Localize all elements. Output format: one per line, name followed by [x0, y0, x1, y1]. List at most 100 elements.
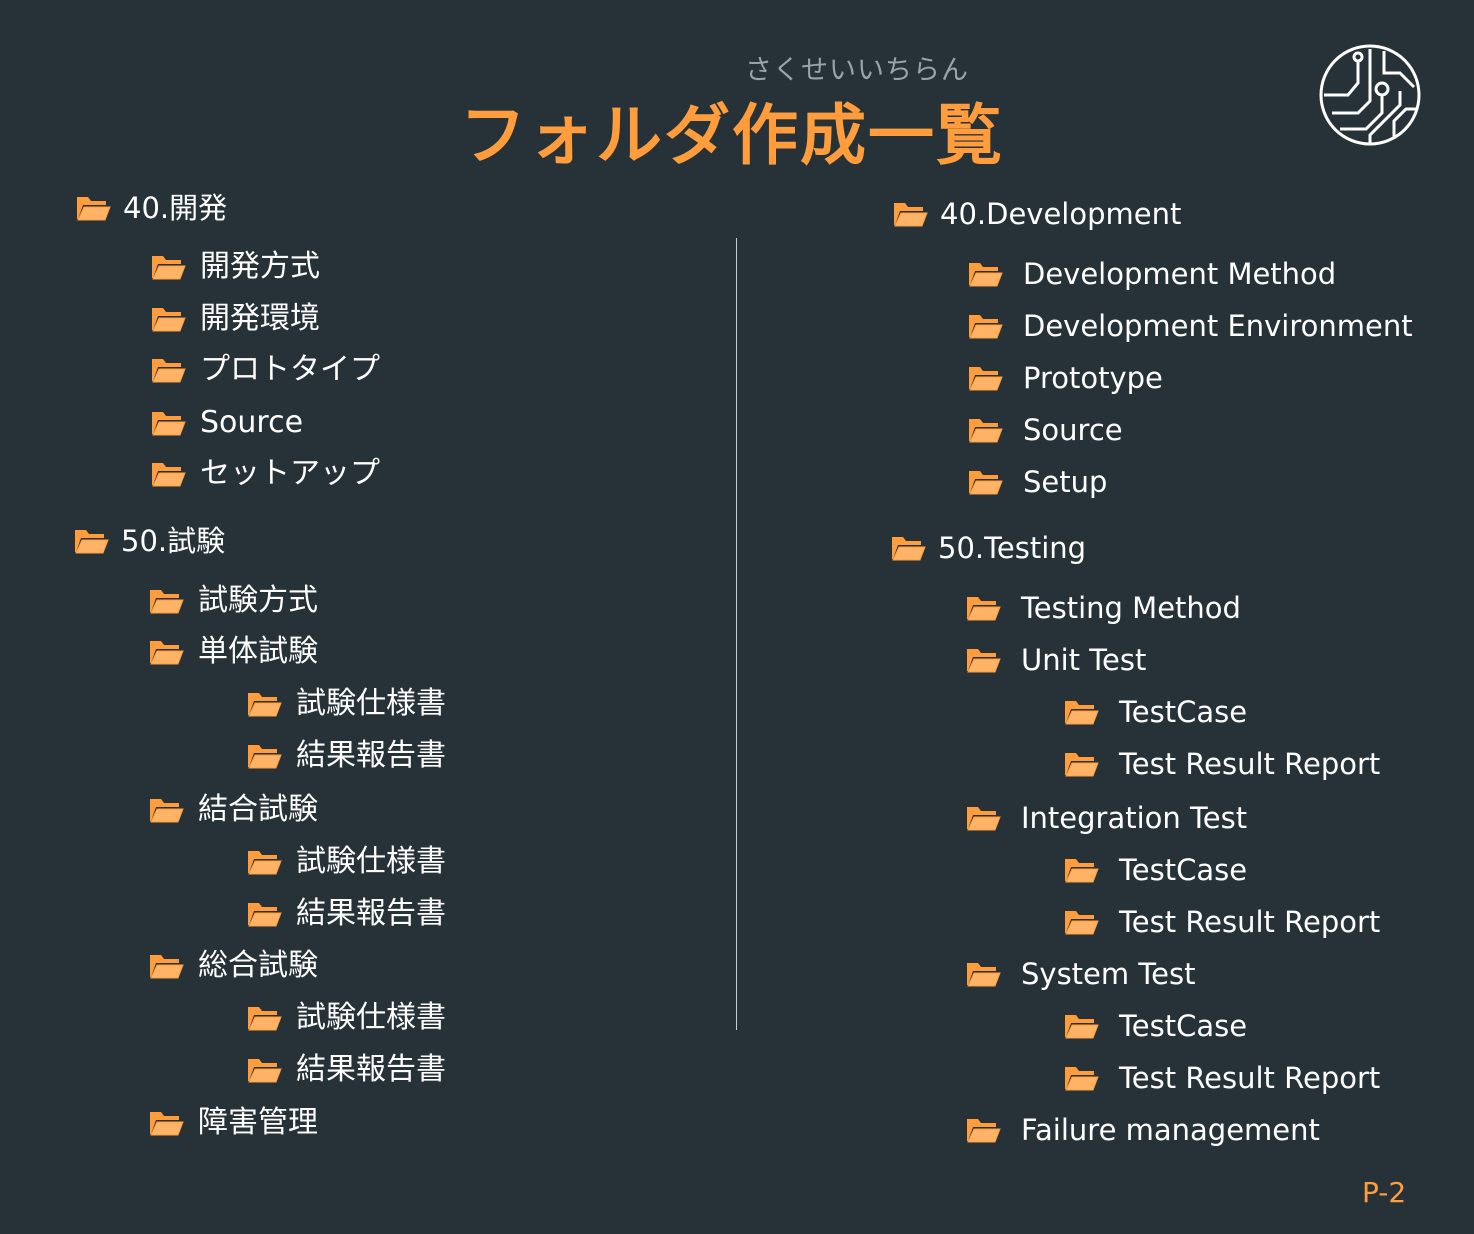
folder-open-icon: [1063, 908, 1099, 936]
folder-label: TestCase: [1119, 695, 1248, 729]
column-divider: [736, 238, 737, 1030]
folder-label: 開発方式: [200, 249, 320, 284]
folder-integration-report-jp[interactable]: 結果報告書: [246, 894, 446, 934]
folder-open-icon: [1063, 1012, 1099, 1040]
folder-dev-method-jp[interactable]: 開発方式: [150, 247, 320, 287]
folder-label: TestCase: [1119, 1009, 1248, 1043]
folder-open-icon: [246, 690, 282, 718]
folder-open-icon: [148, 952, 184, 980]
folder-prototype-en[interactable]: Prototype: [967, 358, 1163, 398]
folder-dev-env-jp[interactable]: 開発環境: [150, 299, 320, 339]
folder-open-icon: [246, 848, 282, 876]
folder-label: 50.試験: [121, 524, 226, 558]
folder-open-icon: [150, 356, 186, 384]
page-title: フォルダ作成一覧: [460, 97, 1004, 174]
folder-open-icon: [967, 312, 1003, 340]
folder-integration-report-en[interactable]: Test Result Report: [1063, 902, 1380, 942]
folder-integration-test-en[interactable]: Integration Test: [965, 798, 1247, 838]
folder-integration-testcase-en[interactable]: TestCase: [1063, 850, 1247, 890]
folder-label: TestCase: [1119, 853, 1248, 887]
folder-label: Source: [1023, 413, 1123, 447]
folder-label: 試験仕様書: [296, 844, 446, 879]
folder-unit-report-jp[interactable]: 結果報告書: [246, 736, 446, 776]
folder-open-icon: [75, 194, 111, 222]
folder-label: Testing Method: [1021, 591, 1241, 625]
folder-label: 総合試験: [198, 948, 318, 983]
folder-label: 40.Development: [940, 197, 1182, 231]
folder-open-icon: [246, 1004, 282, 1032]
folder-unit-testcase-en[interactable]: TestCase: [1063, 692, 1247, 732]
folder-open-icon: [965, 646, 1001, 674]
folder-open-icon: [150, 409, 186, 437]
circuit-logo-icon: [1319, 44, 1421, 146]
folder-setup-jp[interactable]: セットアップ: [150, 454, 380, 494]
folder-label: Test Result Report: [1119, 1061, 1381, 1095]
folder-open-icon: [965, 804, 1001, 832]
folder-unit-test-en[interactable]: Unit Test: [965, 640, 1146, 680]
folder-system-report-jp[interactable]: 結果報告書: [246, 1050, 446, 1090]
folder-open-icon: [967, 468, 1003, 496]
folder-open-icon: [1063, 1064, 1099, 1092]
folder-label: Integration Test: [1021, 801, 1248, 835]
folder-open-icon: [1063, 856, 1099, 884]
folder-40-dev-jp[interactable]: 40.開発: [75, 188, 227, 228]
folder-label: Prototype: [1023, 361, 1163, 395]
folder-source-jp[interactable]: Source: [150, 403, 303, 443]
folder-system-spec-jp[interactable]: 試験仕様書: [246, 998, 446, 1038]
folder-label: Development Environment: [1023, 309, 1413, 343]
folder-test-method-en[interactable]: Testing Method: [965, 588, 1241, 628]
folder-label: 結合試験: [198, 792, 318, 827]
folder-50-test-en[interactable]: 50.Testing: [890, 528, 1086, 568]
folder-label: System Test: [1021, 957, 1196, 991]
folder-open-icon: [246, 742, 282, 770]
folder-integration-spec-jp[interactable]: 試験仕様書: [246, 842, 446, 882]
folder-setup-en[interactable]: Setup: [967, 462, 1107, 502]
folder-open-icon: [1063, 698, 1099, 726]
folder-system-report-en[interactable]: Test Result Report: [1063, 1058, 1380, 1098]
folder-prototype-jp[interactable]: プロトタイプ: [150, 350, 380, 390]
folder-open-icon: [965, 1116, 1001, 1144]
folder-system-testcase-en[interactable]: TestCase: [1063, 1006, 1247, 1046]
folder-system-test-jp[interactable]: 総合試験: [148, 946, 318, 986]
folder-label: 障害管理: [198, 1105, 318, 1140]
folder-40-dev-en[interactable]: 40.Development: [892, 194, 1181, 234]
folder-open-icon: [967, 416, 1003, 444]
folder-unit-spec-jp[interactable]: 試験仕様書: [246, 684, 446, 724]
folder-open-icon: [150, 305, 186, 333]
folder-open-icon: [967, 364, 1003, 392]
folder-failure-jp[interactable]: 障害管理: [148, 1103, 318, 1143]
folder-label: 試験仕様書: [296, 1000, 446, 1035]
folder-label: Unit Test: [1021, 643, 1147, 677]
folder-integration-test-jp[interactable]: 結合試験: [148, 790, 318, 830]
folder-open-icon: [148, 587, 184, 615]
folder-open-icon: [150, 253, 186, 281]
folder-label: Test Result Report: [1119, 905, 1381, 939]
folder-unit-test-jp[interactable]: 単体試験: [148, 632, 318, 672]
folder-failure-en[interactable]: Failure management: [965, 1110, 1320, 1150]
folder-open-icon: [148, 796, 184, 824]
folder-system-test-en[interactable]: System Test: [965, 954, 1195, 994]
folder-source-en[interactable]: Source: [967, 410, 1123, 450]
folder-label: セットアップ: [200, 456, 380, 491]
folder-label: 結果報告書: [296, 1052, 446, 1087]
folder-open-icon: [148, 638, 184, 666]
folder-open-icon: [967, 260, 1003, 288]
folder-label: 試験仕様書: [296, 686, 446, 721]
folder-dev-method-en[interactable]: Development Method: [967, 254, 1336, 294]
folder-open-icon: [246, 1056, 282, 1084]
folder-open-icon: [892, 200, 928, 228]
folder-dev-env-en[interactable]: Development Environment: [967, 306, 1413, 346]
folder-unit-report-en[interactable]: Test Result Report: [1063, 744, 1380, 784]
folder-label: 50.Testing: [938, 531, 1087, 565]
folder-label: Setup: [1023, 465, 1108, 499]
folder-label: 結果報告書: [296, 738, 446, 773]
folder-test-method-jp[interactable]: 試験方式: [148, 581, 318, 621]
folder-label: Test Result Report: [1119, 747, 1381, 781]
folder-open-icon: [148, 1109, 184, 1137]
folder-label: 結果報告書: [296, 896, 446, 931]
folder-50-test-jp[interactable]: 50.試験: [73, 521, 225, 561]
folder-open-icon: [1063, 750, 1099, 778]
folder-label: 単体試験: [198, 634, 318, 669]
folder-open-icon: [73, 527, 109, 555]
folder-label: 40.開発: [123, 191, 228, 225]
